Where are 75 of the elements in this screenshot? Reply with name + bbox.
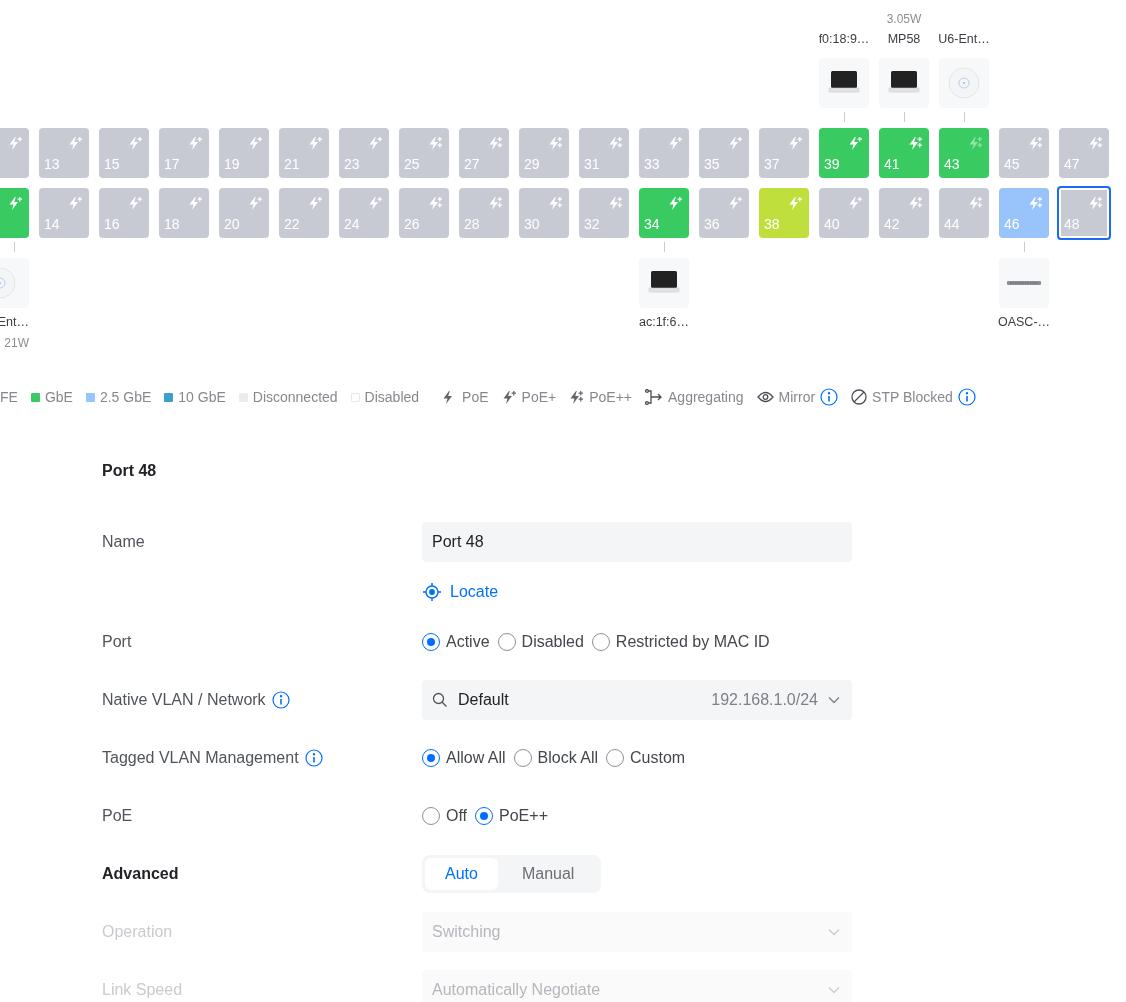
radio-option[interactable]: Disabled	[497, 633, 584, 651]
port-number: 43	[944, 156, 960, 172]
device-power: 21W	[4, 336, 29, 350]
port-number: 46	[1004, 216, 1020, 232]
segment-option[interactable]: Manual	[497, 858, 599, 890]
laptop-icon	[828, 70, 860, 96]
locate-link[interactable]: Locate	[422, 582, 499, 602]
access-point-icon	[948, 67, 980, 99]
legend-label: STP Blocked	[872, 389, 953, 405]
chevron-down-icon	[828, 928, 840, 936]
field-label: Tagged VLAN Management	[102, 749, 299, 767]
chevron-down-icon	[828, 696, 840, 704]
switch-icon	[1007, 280, 1041, 286]
radio-option[interactable]: Allow All	[422, 749, 506, 767]
port-tile[interactable]: 38	[759, 188, 809, 238]
field-label: Native VLAN / Network	[102, 691, 266, 709]
aggregating-icon	[645, 389, 663, 405]
field-label: PoE	[102, 807, 133, 825]
laptop-icon	[648, 270, 680, 296]
port-number: 41	[884, 156, 900, 172]
port-number: 39	[824, 156, 840, 172]
info-icon[interactable]	[271, 691, 290, 709]
radio-option[interactable]: Off	[422, 807, 468, 825]
info-icon[interactable]	[820, 388, 839, 406]
field-label: Port	[102, 633, 132, 651]
legend-label: PoE++	[589, 389, 632, 405]
radio-option[interactable]: PoE++	[475, 807, 548, 825]
port-tile[interactable]	[0, 188, 29, 238]
field-label: Name	[102, 533, 145, 551]
port-tile[interactable]: 43	[939, 128, 989, 178]
legend-label: 10 GbE	[178, 389, 226, 405]
port-number: 34	[644, 216, 660, 232]
eye-icon	[756, 391, 774, 403]
port-number: 38	[764, 216, 780, 232]
device-name: OASC-…	[996, 315, 1052, 330]
chevron-down-icon	[828, 986, 840, 994]
info-icon[interactable]	[304, 749, 323, 767]
device-thumbnail[interactable]	[0, 258, 29, 308]
device-thumbnail[interactable]	[819, 58, 869, 108]
radio-option[interactable]: Custom	[606, 749, 686, 767]
port-tile[interactable]: 41	[879, 128, 929, 178]
device-thumbnail[interactable]	[639, 258, 689, 308]
legend-label: Aggregating	[668, 389, 744, 405]
device-name: U6-Ent…	[937, 32, 991, 47]
legend-label: GbE	[44, 389, 73, 405]
legend-label: Disabled	[364, 389, 420, 405]
port-tile[interactable]: 46	[999, 188, 1049, 238]
field-label: Advanced	[102, 865, 179, 883]
device-power: 3.05W	[885, 12, 923, 26]
blocked-icon	[851, 389, 868, 405]
port-tile[interactable]: 39	[819, 128, 869, 178]
port-tile[interactable]: 34	[639, 188, 689, 238]
crosshair-icon	[422, 582, 442, 602]
laptop-icon	[888, 70, 920, 96]
legend-label: FE	[0, 389, 18, 405]
section-title: Port 48	[102, 461, 158, 481]
device-thumbnail[interactable]	[879, 58, 929, 108]
device-name: MP58	[886, 32, 922, 47]
info-icon[interactable]	[957, 388, 976, 406]
legend-label: Disconnected	[252, 389, 338, 405]
radio-option[interactable]: Restricted by MAC ID	[591, 633, 770, 651]
legend-label: PoE+	[521, 389, 557, 405]
segment-option[interactable]: Auto	[425, 858, 498, 890]
legend-label: 2.5 GbE	[99, 389, 152, 405]
dropdown-select[interactable]: Default 192.168.1.0/24	[422, 680, 852, 720]
legend-label: Mirror	[778, 389, 816, 405]
device-name: f0:18:9…	[817, 32, 871, 47]
name-input-field[interactable]: Port 48	[422, 522, 852, 562]
legend-label: PoE	[462, 389, 489, 405]
device-name: ac:1f:6…	[638, 315, 690, 330]
device-thumbnail[interactable]	[999, 258, 1049, 308]
radio-option[interactable]: Block All	[513, 749, 599, 767]
device-thumbnail[interactable]	[939, 58, 989, 108]
radio-option[interactable]: Active	[422, 633, 490, 651]
port-tile[interactable]	[0, 128, 29, 178]
